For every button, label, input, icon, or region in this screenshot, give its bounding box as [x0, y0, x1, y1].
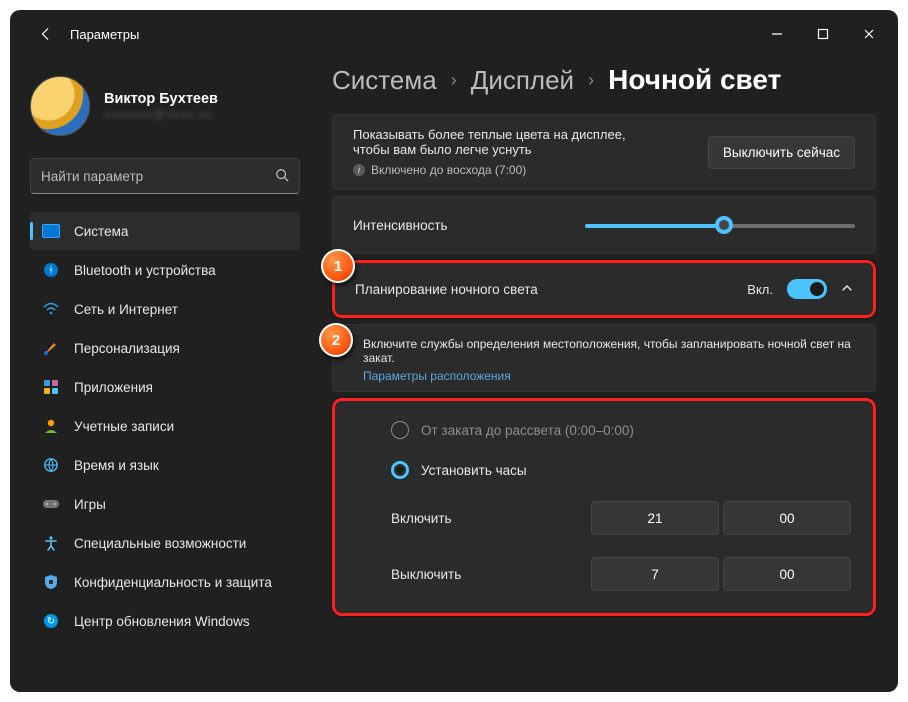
sidebar-item-label: Центр обновления Windows: [74, 614, 250, 629]
chevron-right-icon: ›: [451, 71, 457, 89]
sidebar-item-label: Специальные возможности: [74, 536, 246, 551]
globe-icon: [42, 456, 60, 474]
location-settings-link[interactable]: Параметры расположения: [363, 369, 857, 383]
maximize-button[interactable]: [800, 14, 846, 54]
radio-sunset-sunrise: От заката до рассвета (0:00–0:00): [391, 421, 851, 439]
system-icon: [42, 222, 60, 240]
chevron-right-icon: ›: [588, 71, 594, 89]
turn-on-minute[interactable]: 00: [723, 501, 851, 535]
turn-on-hour[interactable]: 21: [591, 501, 719, 535]
sidebar-item-personalization[interactable]: Персонализация: [30, 329, 300, 367]
settings-window: Параметры Виктор Бухтеев xxxxxxx@xxxx.xx: [10, 10, 898, 692]
info-status-text: Включено до восхода (7:00): [371, 163, 526, 177]
sidebar-item-windows-update[interactable]: ↻ Центр обновления Windows: [30, 602, 300, 640]
intensity-panel: Интенсивность: [332, 196, 876, 254]
sidebar-item-gaming[interactable]: Игры: [30, 485, 300, 523]
window-controls: [754, 14, 892, 54]
turn-on-time-picker: 21 00: [591, 501, 851, 535]
sidebar-item-network[interactable]: Сеть и Интернет: [30, 290, 300, 328]
back-button[interactable]: [26, 14, 66, 54]
intensity-label: Интенсивность: [353, 218, 448, 233]
sidebar-item-label: Конфиденциальность и защита: [74, 575, 272, 590]
window-title: Параметры: [70, 27, 139, 42]
minimize-button[interactable]: [754, 14, 800, 54]
sidebar-item-label: Игры: [74, 497, 106, 512]
gamepad-icon: [42, 495, 60, 513]
sidebar-item-accessibility[interactable]: Специальные возможности: [30, 524, 300, 562]
sidebar-item-label: Время и язык: [74, 458, 159, 473]
radio-label: От заката до рассвета (0:00–0:00): [421, 423, 634, 438]
bluetooth-icon: ᚼ: [42, 261, 60, 279]
radio-label: Установить часы: [421, 463, 527, 478]
location-notice-panel: 2 Включите службы определения местополож…: [332, 324, 876, 392]
turn-off-hour[interactable]: 7: [591, 557, 719, 591]
annotation-badge-1: 1: [321, 249, 355, 283]
profile-email: xxxxxxx@xxxx.xx: [104, 107, 218, 121]
breadcrumb-display[interactable]: Дисплей: [471, 65, 574, 96]
breadcrumb-system[interactable]: Система: [332, 65, 437, 96]
schedule-panel[interactable]: Планирование ночного света Вкл.: [335, 263, 873, 315]
sidebar-item-accounts[interactable]: Учетные записи: [30, 407, 300, 445]
breadcrumb-current: Ночной свет: [608, 64, 781, 96]
accounts-icon: [42, 417, 60, 435]
schedule-options-panel: От заката до рассвета (0:00–0:00) Устано…: [335, 401, 873, 613]
wifi-icon: [42, 300, 60, 318]
accessibility-icon: [42, 534, 60, 552]
annotation-2: От заката до рассвета (0:00–0:00) Устано…: [332, 398, 876, 616]
sidebar-item-apps[interactable]: Приложения: [30, 368, 300, 406]
info-text-2: чтобы вам было легче уснуть: [353, 142, 626, 157]
radio-set-hours[interactable]: Установить часы: [391, 461, 851, 479]
titlebar: Параметры: [10, 10, 898, 58]
annotation-badge-2: 2: [319, 323, 353, 357]
sidebar-item-label: Учетные записи: [74, 419, 174, 434]
intensity-slider[interactable]: [585, 215, 855, 235]
main-content: Система › Дисплей › Ночной свет Показыва…: [310, 58, 898, 692]
brush-icon: [42, 339, 60, 357]
location-notice-text: Включите службы определения местоположен…: [363, 337, 857, 365]
sidebar-item-label: Bluetooth и устройства: [74, 263, 216, 278]
radio-circle-icon: [391, 421, 409, 439]
sidebar-item-label: Система: [74, 224, 128, 239]
slider-thumb[interactable]: [715, 216, 733, 234]
sidebar-item-label: Приложения: [74, 380, 153, 395]
schedule-label: Планирование ночного света: [355, 282, 538, 297]
shield-icon: [42, 573, 60, 591]
close-button[interactable]: [846, 14, 892, 54]
avatar: [30, 76, 90, 136]
search-icon: [275, 168, 289, 185]
radio-selected-icon: [391, 461, 409, 479]
turn-off-time-row: Выключить 7 00: [391, 557, 851, 591]
sidebar-item-time-language[interactable]: Время и язык: [30, 446, 300, 484]
chevron-up-icon[interactable]: [841, 282, 853, 297]
sidebar-item-system[interactable]: Система: [30, 212, 300, 250]
profile-name: Виктор Бухтеев: [104, 91, 218, 107]
apps-icon: [42, 378, 60, 396]
slider-fill: [585, 224, 720, 228]
schedule-state: Вкл.: [747, 282, 773, 297]
toggle-knob: [810, 282, 824, 296]
turn-on-time-row: Включить 21 00: [391, 501, 851, 535]
breadcrumb: Система › Дисплей › Ночной свет: [332, 64, 876, 96]
schedule-toggle[interactable]: [787, 279, 827, 299]
annotation-1: 1 Планирование ночного света Вкл.: [332, 260, 876, 318]
sidebar-item-label: Сеть и Интернет: [74, 302, 178, 317]
turn-off-time-picker: 7 00: [591, 557, 851, 591]
sidebar-item-label: Персонализация: [74, 341, 180, 356]
sidebar-item-privacy[interactable]: Конфиденциальность и защита: [30, 563, 300, 601]
info-icon: i: [353, 164, 365, 176]
profile-block[interactable]: Виктор Бухтеев xxxxxxx@xxxx.xx: [30, 76, 300, 136]
search-box[interactable]: Найти параметр: [30, 158, 300, 194]
turn-on-label: Включить: [391, 511, 452, 526]
info-status: i Включено до восхода (7:00): [353, 163, 626, 177]
sidebar: Виктор Бухтеев xxxxxxx@xxxx.xx Найти пар…: [10, 58, 310, 692]
turn-off-now-button[interactable]: Выключить сейчас: [708, 136, 855, 169]
info-panel: Показывать более теплые цвета на дисплее…: [332, 114, 876, 190]
update-icon: ↻: [42, 612, 60, 630]
turn-off-label: Выключить: [391, 567, 461, 582]
search-input[interactable]: Найти параметр: [41, 169, 275, 184]
sidebar-item-bluetooth[interactable]: ᚼ Bluetooth и устройства: [30, 251, 300, 289]
info-text-1: Показывать более теплые цвета на дисплее…: [353, 127, 626, 142]
turn-off-minute[interactable]: 00: [723, 557, 851, 591]
